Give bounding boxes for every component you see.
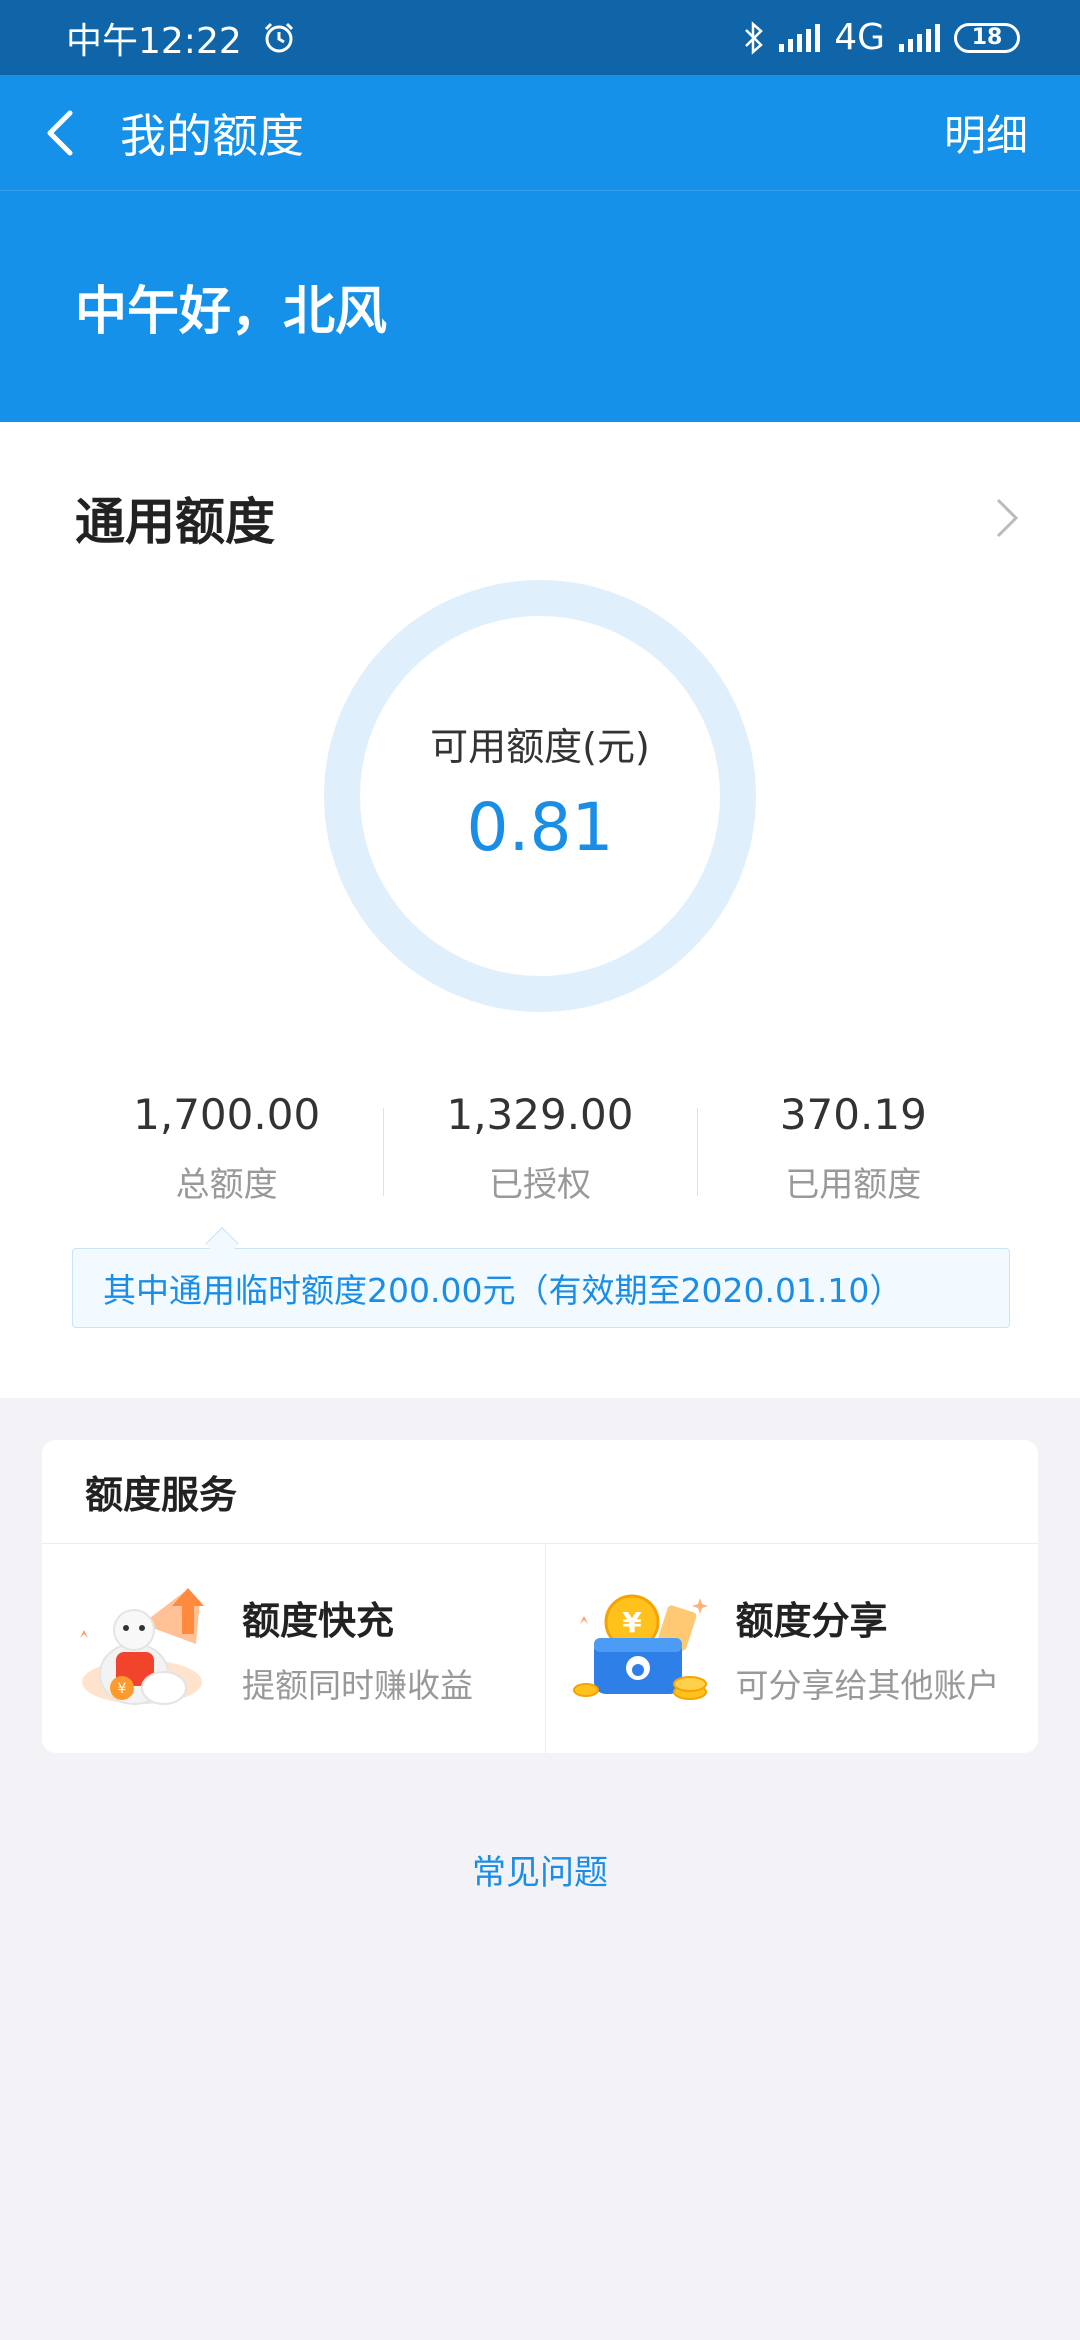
greeting-text: 中午好，北风 bbox=[75, 282, 388, 342]
service-quick-boost[interactable]: ¥ 额度快充 提额同时赚收益 bbox=[42, 1544, 545, 1753]
available-quota-label: 可用额度(元) bbox=[430, 725, 650, 769]
service-quota-share[interactable]: ¥ 额度分享 可分享给其他账户 bbox=[544, 1544, 1039, 1753]
stat-label: 已授权 bbox=[488, 1165, 591, 1205]
stat-label: 总额度 bbox=[175, 1165, 278, 1205]
svg-text:¥: ¥ bbox=[622, 1606, 642, 1639]
battery-icon: 18 bbox=[954, 22, 1020, 53]
quota-services-title: 额度服务 bbox=[42, 1440, 1038, 1544]
alarm-icon bbox=[264, 22, 293, 52]
wallet-share-icon: ¥ bbox=[572, 1594, 708, 1700]
stat-total: 1,700.00 总额度 bbox=[70, 1090, 383, 1210]
general-quota-title: 通用额度 bbox=[75, 493, 275, 551]
chevron-right-icon[interactable] bbox=[994, 496, 1020, 540]
back-arrow-icon bbox=[47, 110, 73, 155]
mascot-boost-icon: ¥ bbox=[80, 1587, 204, 1705]
stat-value: 370.19 bbox=[779, 1090, 927, 1139]
available-quota-ring: 可用额度(元) 0.81 bbox=[324, 580, 756, 1012]
stat-value: 1,700.00 bbox=[133, 1090, 321, 1139]
svg-text:¥: ¥ bbox=[118, 1681, 127, 1697]
service-name: 额度快充 bbox=[242, 1599, 395, 1643]
signal-hd-icon bbox=[779, 23, 821, 52]
page-title: 我的额度 bbox=[120, 108, 304, 163]
detail-button[interactable]: 明细 bbox=[944, 102, 1028, 163]
temporary-quota-tip: 其中通用临时额度200.00元（有效期至2020.01.10） bbox=[72, 1248, 1010, 1328]
general-quota-card: 通用额度 可用额度(元) 0.81 1,700.00 总额度 1,329.00 … bbox=[0, 422, 1080, 1398]
general-quota-header[interactable]: 通用额度 bbox=[75, 482, 1020, 554]
stat-used: 370.19 已用额度 bbox=[696, 1090, 1010, 1210]
faq-link[interactable]: 常见问题 bbox=[0, 1845, 1080, 1894]
service-name: 额度分享 bbox=[735, 1599, 888, 1643]
stat-value: 1,329.00 bbox=[446, 1090, 634, 1139]
quota-stats: 1,700.00 总额度 1,329.00 已授权 370.19 已用额度 bbox=[70, 1090, 1010, 1210]
status-time: 中午12:22 bbox=[66, 20, 242, 62]
signal-icon bbox=[899, 23, 940, 52]
available-quota-value: 0.81 bbox=[466, 789, 614, 866]
network-type: 4G bbox=[834, 17, 885, 58]
service-desc: 可分享给其他账户 bbox=[735, 1666, 1000, 1705]
stat-authorized: 1,329.00 已授权 bbox=[383, 1090, 696, 1210]
bluetooth-icon bbox=[745, 20, 764, 55]
battery-level: 18 bbox=[971, 25, 1003, 50]
app-bar: 我的额度 明细 bbox=[0, 75, 1080, 191]
service-desc: 提额同时赚收益 bbox=[242, 1666, 473, 1705]
status-bar: 中午12:22 4G 18 bbox=[0, 0, 1080, 75]
temporary-quota-text: 其中通用临时额度200.00元（有效期至2020.01.10） bbox=[103, 1271, 903, 1310]
quota-services-card: 额度服务 ¥ 额度快充 提额同时赚收益 ¥ 额度分享 可分享给其他账户 bbox=[42, 1440, 1038, 1753]
greeting-banner: 中午好，北风 bbox=[0, 191, 1080, 422]
back-button[interactable] bbox=[0, 75, 120, 191]
stat-label: 已用额度 bbox=[785, 1165, 922, 1205]
